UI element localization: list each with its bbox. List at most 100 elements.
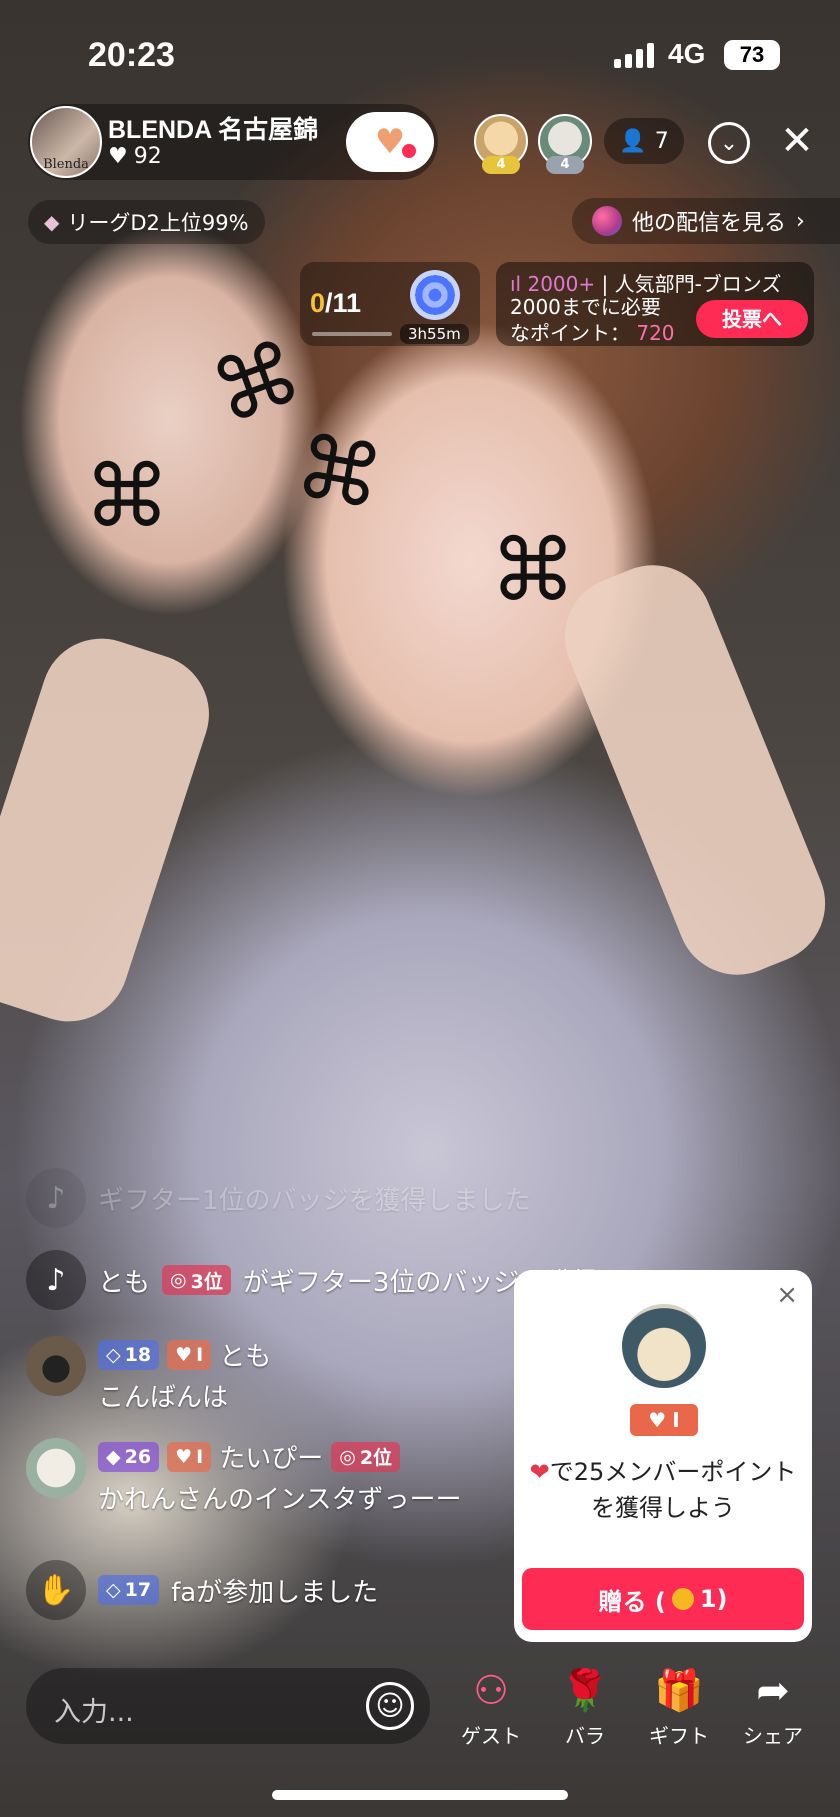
top-viewer-1[interactable]: 4 — [474, 114, 528, 174]
person-icon: 👤 — [619, 128, 647, 154]
viewer-count-value: 7 — [654, 128, 669, 154]
rank-badge-text: 2位 — [359, 1447, 393, 1469]
host-likes: ♥ 92 — [108, 144, 162, 169]
chat-message: かれんさんのインスタずっーー — [98, 1485, 462, 1515]
heart-icon: ♥ — [374, 122, 406, 162]
heart-icon: ♥ — [108, 144, 128, 169]
diamond-icon: ◆ — [106, 1445, 121, 1468]
other-streams-label: 他の配信を見る — [632, 211, 787, 236]
send-label: 贈る ( — [598, 1587, 666, 1616]
rank-badge: ◎ 2位 — [331, 1441, 401, 1472]
chat-user[interactable]: とも — [98, 1262, 150, 1299]
medal-icon: ◎ — [339, 1445, 356, 1468]
user-avatar[interactable] — [26, 1336, 86, 1396]
rank-badge-text: 3位 — [190, 1270, 223, 1293]
comment-input[interactable]: 入力... ☺ — [26, 1668, 430, 1744]
share-icon: ➦ — [756, 1668, 790, 1714]
vote-button[interactable]: 投票へ — [696, 300, 808, 338]
chat-join-text: faが参加しました — [171, 1577, 379, 1608]
gift-button[interactable]: 🎁 ギフト — [636, 1666, 722, 1749]
chat-item: ◇ 18 ♥ I とも こんばんは — [26, 1336, 271, 1414]
host-name: BLENDA 名古屋錦 — [108, 116, 319, 144]
top-viewer-2[interactable]: 4 — [538, 114, 592, 174]
follow-button[interactable]: ♥ — [346, 112, 434, 172]
bow-sticker: ⌘ — [199, 321, 315, 445]
goal-total: /11 — [325, 288, 362, 318]
battery-icon: 73 — [724, 40, 780, 70]
user-avatar[interactable] — [26, 1438, 86, 1498]
gift-heart-icon: ❤ — [529, 1458, 550, 1486]
diamond-icon: ◇ — [106, 1579, 121, 1601]
league-badge[interactable]: ◆ リーグD2上位99% — [28, 200, 265, 244]
goal-current: 0 — [310, 288, 326, 318]
fan-badge-text: I — [196, 1343, 204, 1366]
close-icon: ✕ — [780, 118, 814, 164]
bow-sticker: ⌘ — [84, 447, 170, 547]
chat-message: こんばんは — [98, 1383, 229, 1413]
gift-message-text: で25メンバーポイントを獲得しよう — [549, 1458, 797, 1522]
planet-icon — [592, 206, 622, 236]
network-type: 4G — [668, 38, 706, 69]
level-badge: ◇ 18 — [98, 1339, 160, 1370]
bow-sticker: ⌘ — [287, 416, 391, 530]
goal-timer: 3h55m — [400, 324, 469, 344]
goal-progress-bar — [312, 332, 392, 336]
host-avatar[interactable]: Blenda — [30, 106, 102, 178]
level-badge-text: 17 — [124, 1579, 152, 1601]
wave-icon: ✋ — [26, 1560, 86, 1620]
signal-icon — [614, 42, 654, 68]
share-button[interactable]: ➦ シェア — [730, 1666, 816, 1749]
host-likes-count: 92 — [133, 144, 162, 169]
chat-item: ♪ ギフター1位のバッジを獲得しました — [26, 1168, 531, 1228]
guest-button[interactable]: ⚇ ゲスト — [448, 1666, 534, 1749]
rose-button[interactable]: 🌹 バラ — [542, 1666, 628, 1749]
host-avatar-text: Blenda — [43, 157, 89, 172]
status-bar: 20:23 4G 73 — [0, 0, 840, 112]
diamond-icon: ◆ — [44, 210, 60, 234]
viewer-rank-badge: 4 — [482, 156, 520, 174]
fan-badge-text: I — [196, 1445, 204, 1468]
heart-icon: ♥ — [175, 1445, 193, 1468]
chat-user[interactable]: とも — [219, 1336, 271, 1373]
ranking-score: 2000+ — [527, 272, 596, 296]
fan-badge: ♥ I — [167, 1339, 212, 1370]
ranking-points: 720 — [636, 321, 675, 345]
send-gift-button[interactable]: 贈る (1) — [522, 1568, 804, 1630]
status-time: 20:23 — [88, 36, 175, 74]
heart-icon: ♥ — [175, 1343, 193, 1366]
chevron-down-icon: ⌄ — [719, 130, 739, 156]
ranking-card[interactable]: ıl 2000+ | 人気部門-ブロンズ 2000までに必要 なポイント： 72… — [496, 262, 814, 346]
fan-badge: ♥ I — [630, 1404, 698, 1436]
chat-user[interactable]: たいぴー — [219, 1438, 323, 1475]
hand — [546, 547, 840, 993]
tiktok-icon: ♪ — [26, 1250, 86, 1310]
ranking-category: | 人気部門-ブロンズ — [601, 272, 782, 296]
level-badge: ◆ 26 — [98, 1441, 160, 1472]
comment-placeholder: 入力... — [54, 1697, 134, 1728]
collapse-button[interactable]: ⌄ — [708, 122, 750, 164]
gift-icon: 🎁 — [654, 1668, 704, 1714]
ranking-line1: 2000までに必要 — [510, 295, 661, 319]
gift-avatar — [622, 1304, 706, 1388]
rose-icon: 🌹 — [560, 1668, 610, 1714]
home-indicator[interactable] — [272, 1790, 568, 1800]
other-streams-button[interactable]: 他の配信を見る › — [572, 198, 840, 244]
emoji-icon[interactable]: ☺ — [366, 1682, 414, 1730]
goal-card[interactable]: 0/11 3h55m — [300, 262, 480, 346]
gift-popup: × ♥ I ❤で25メンバーポイントを獲得しよう 贈る (1) — [514, 1270, 812, 1642]
chat-system-text: ギフター1位のバッジを獲得しました — [98, 1185, 531, 1216]
close-icon[interactable]: × — [776, 1280, 798, 1310]
ranking-line2: なポイント： — [510, 321, 630, 345]
chat-item: ✋ ◇ 17 faが参加しました — [26, 1560, 378, 1620]
fan-badge: ♥ I — [167, 1441, 212, 1472]
hand — [0, 623, 225, 1037]
viewer-count[interactable]: 👤 7 — [604, 118, 684, 164]
gift-message: ❤で25メンバーポイントを獲得しよう — [524, 1454, 802, 1526]
goal-progress: 0/11 — [310, 288, 361, 319]
fan-badge-text: I — [672, 1408, 680, 1432]
guest-label: ゲスト — [461, 1724, 521, 1748]
close-button[interactable]: ✕ — [774, 118, 820, 164]
share-label: シェア — [743, 1724, 803, 1748]
viewer-rank-badge: 4 — [546, 156, 584, 174]
ranking-requirement: 2000までに必要 なポイント： 720 — [510, 294, 675, 346]
